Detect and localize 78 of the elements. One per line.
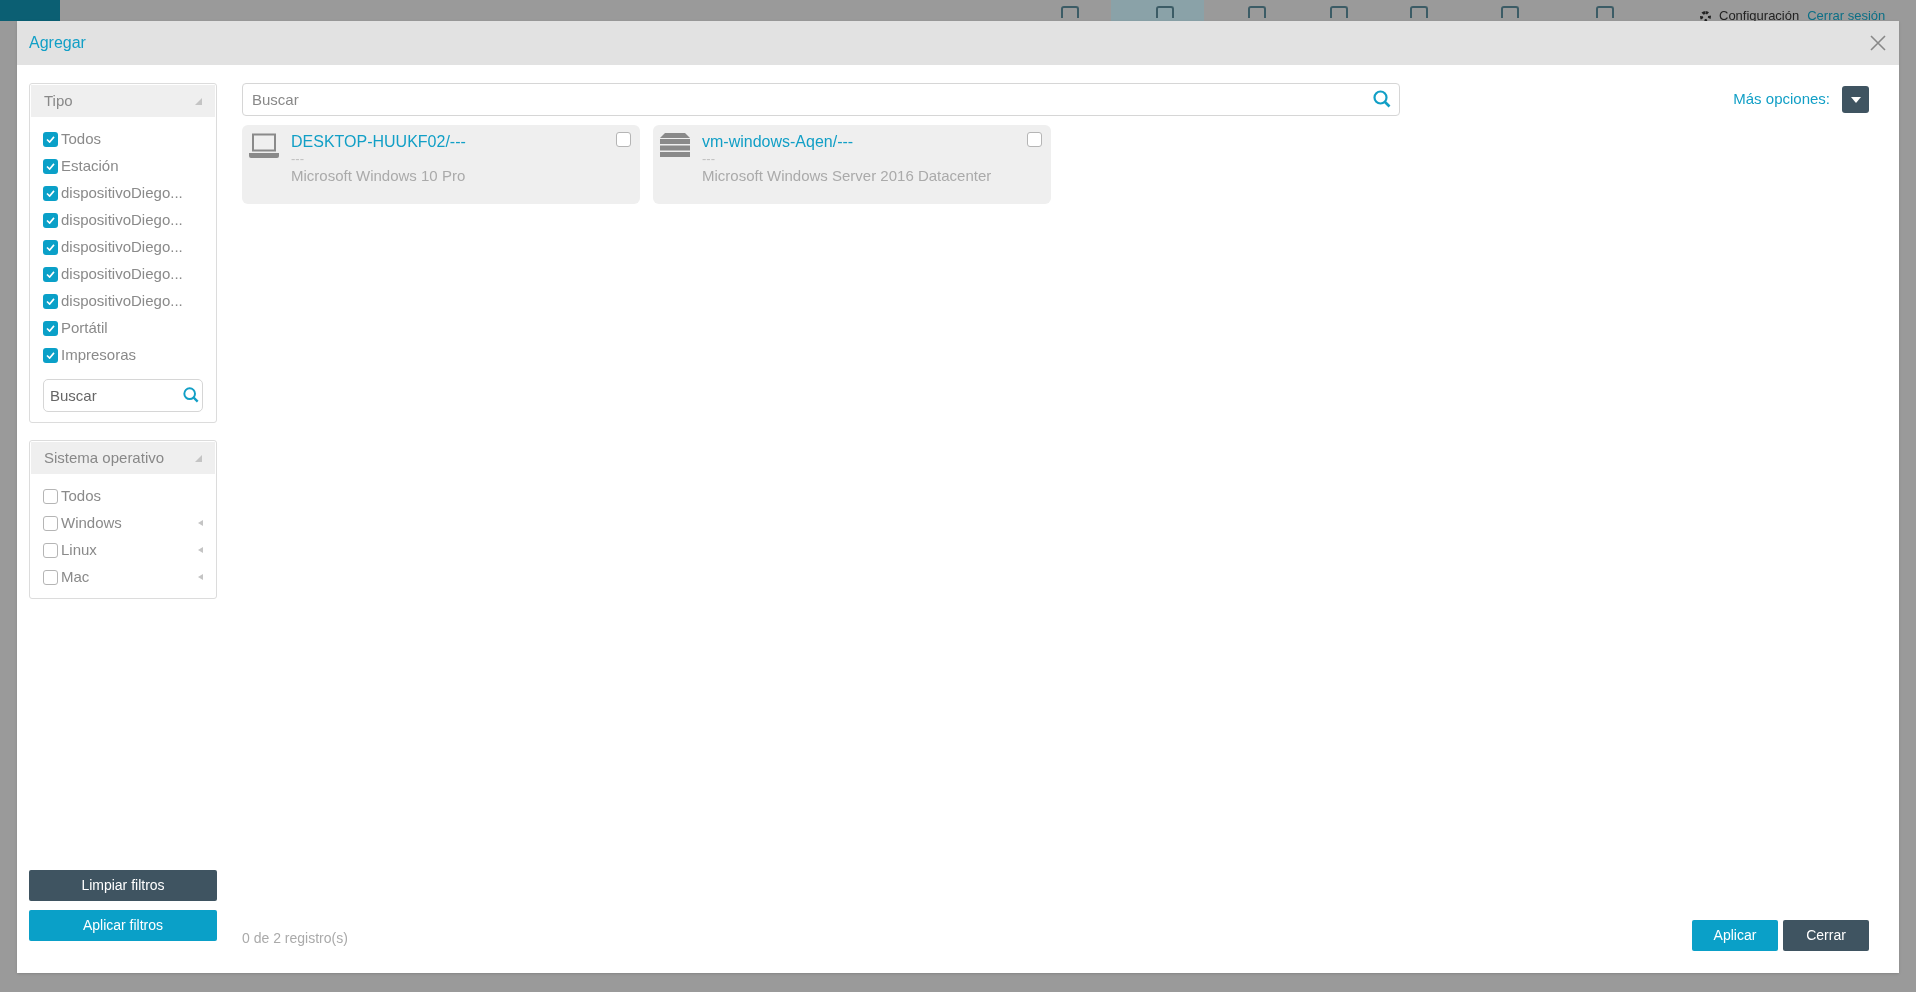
expand-arrow-icon[interactable] — [198, 574, 203, 580]
search-icon — [1373, 90, 1391, 108]
checkbox[interactable] — [43, 266, 58, 282]
filter-option[interactable]: Impresoras — [61, 343, 203, 367]
toolbar-icon[interactable] — [1596, 6, 1614, 18]
checkbox[interactable] — [43, 488, 58, 504]
collapse-arrow-icon — [195, 97, 202, 105]
toolbar-icon[interactable] — [1156, 6, 1174, 18]
toolbar-icon[interactable] — [1248, 6, 1266, 18]
checkmark-icon — [46, 324, 55, 332]
checkbox[interactable] — [1027, 132, 1042, 147]
logo-block — [0, 0, 60, 21]
close-icon[interactable] — [1869, 34, 1887, 52]
server-icon — [660, 133, 690, 159]
toolbar-icon[interactable] — [1410, 6, 1428, 18]
filter-option[interactable]: Portátil — [61, 316, 203, 340]
device-subtitle: --- — [702, 150, 715, 167]
checkbox[interactable] — [43, 293, 58, 309]
device-subtitle: --- — [291, 150, 304, 167]
checkmark-icon — [46, 135, 55, 143]
toolbar-icon[interactable] — [1330, 6, 1348, 18]
filter-button[interactable]: Limpiar filtros — [29, 870, 217, 901]
checkbox[interactable] — [43, 569, 58, 585]
device-name[interactable]: DESKTOP-HUUKF02/--- — [291, 133, 466, 150]
checkbox[interactable] — [43, 212, 58, 228]
dialog-title: Agregar — [29, 33, 86, 53]
record-count: 0 de 2 registro(s) — [242, 929, 348, 948]
device-card[interactable]: vm-windows-Aqen/--- --- Microsoft Windows Server 2016 Datacenter — [653, 125, 1051, 204]
filter-option[interactable]: Todos — [61, 484, 203, 508]
checkbox[interactable] — [43, 158, 58, 174]
filter-button[interactable]: Aplicar filtros — [29, 910, 217, 941]
device-os: Microsoft Windows Server 2016 Datacenter — [702, 167, 992, 184]
checkmark-icon — [46, 297, 55, 305]
filter-option[interactable]: dispositivoDiego... — [61, 208, 203, 232]
filter-option[interactable]: dispositivoDiego... — [61, 181, 203, 205]
checkbox[interactable] — [616, 132, 631, 147]
settings-link[interactable]: Configuración — [1719, 9, 1800, 23]
collapse-arrow-icon — [195, 454, 202, 462]
device-os: Microsoft Windows 10 Pro — [291, 167, 466, 184]
filter-option[interactable]: dispositivoDiego... — [61, 235, 203, 259]
expand-arrow-icon[interactable] — [198, 520, 203, 526]
filter-option[interactable]: Windows — [61, 511, 195, 535]
checkbox[interactable] — [43, 131, 58, 147]
device-name[interactable]: vm-windows-Aqen/--- — [702, 133, 854, 150]
checkmark-icon — [46, 243, 55, 251]
filter-option[interactable]: Mac — [61, 565, 195, 589]
more-options-button[interactable] — [1842, 86, 1869, 113]
filter-option[interactable]: Linux — [61, 538, 195, 562]
search-field[interactable]: Buscar — [242, 83, 1400, 116]
toolbar-icon[interactable] — [1501, 6, 1519, 18]
device-card[interactable]: DESKTOP-HUUKF02/--- --- Microsoft Windows 10 Pro — [242, 125, 640, 204]
checkmark-icon — [46, 162, 55, 170]
filter-option[interactable]: dispositivoDiego... — [61, 289, 203, 313]
checkbox[interactable] — [43, 320, 58, 336]
checkmark-icon — [46, 270, 55, 278]
more-options-label: Más opciones: — [1733, 89, 1830, 110]
filter-option[interactable]: Estación — [61, 154, 203, 178]
filter-header[interactable]: Tipo — [31, 85, 215, 117]
search-icon — [183, 387, 199, 403]
filter-option[interactable]: dispositivoDiego... — [61, 262, 203, 286]
caret-icon — [1850, 96, 1861, 103]
filter-search-field[interactable]: Buscar — [43, 379, 203, 412]
checkmark-icon — [46, 216, 55, 224]
filter-option[interactable]: Todos — [61, 127, 203, 151]
expand-arrow-icon[interactable] — [198, 547, 203, 553]
checkbox[interactable] — [43, 542, 58, 558]
checkbox[interactable] — [43, 347, 58, 363]
checkbox[interactable] — [43, 239, 58, 255]
dialog-button[interactable]: Cerrar — [1783, 920, 1869, 951]
checkbox[interactable] — [43, 185, 58, 201]
checkbox[interactable] — [43, 515, 58, 531]
filter-header[interactable]: Sistema operativo — [31, 442, 215, 474]
laptop-icon — [249, 133, 279, 159]
logout-link[interactable]: Cerrar sesión — [1807, 9, 1886, 23]
checkmark-icon — [46, 189, 55, 197]
dialog-button[interactable]: Aplicar — [1692, 920, 1778, 951]
toolbar-icon[interactable] — [1061, 6, 1079, 18]
checkmark-icon — [46, 351, 55, 359]
